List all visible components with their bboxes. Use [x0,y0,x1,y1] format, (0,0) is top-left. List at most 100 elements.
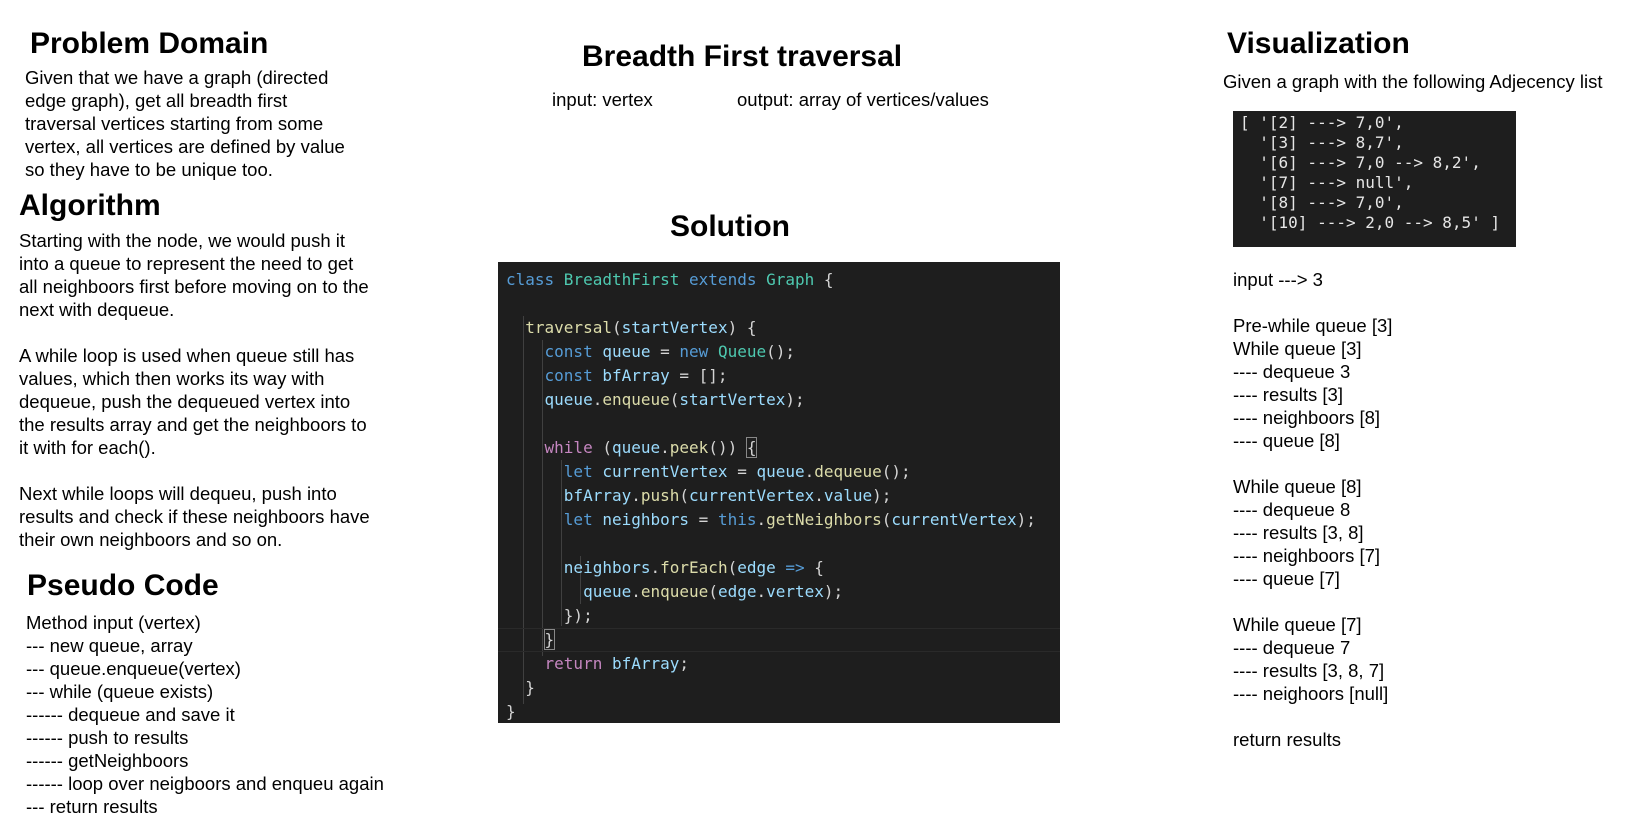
code-token: edge [717,582,757,601]
text-line: into a queue to represent the need to ge… [19,253,354,274]
text-line [19,321,370,344]
text-line: Pre-while queue [3] [1233,315,1393,336]
text-line: Starting with the node, we would push it [19,230,345,251]
algorithm-heading: Algorithm [19,189,161,222]
code-token: queue [583,582,632,601]
code-line: } [498,700,1060,723]
code-token: const [544,366,603,385]
code-token: ); [1016,510,1036,529]
input-label: input: vertex [552,89,653,110]
code-token: = [650,342,680,361]
text-line: edge graph), get all breadth first [25,90,288,111]
code-token: enqueue [640,582,709,601]
code-line: traversal(startVertex) { [498,316,1060,340]
code-token: } [543,629,556,650]
text-line: results and check if these neighboors ha… [19,506,370,527]
code-token: ( [679,486,690,505]
code-token: return [544,654,612,673]
code-token: . [660,438,670,457]
text-line: ---- neighboors [8] [1233,407,1381,428]
code-token: ); [785,390,805,409]
text-line: their own neighboors and so on. [19,529,283,550]
adjacency-line: '[10] ---> 2,0 --> 8,5' ] [1240,213,1501,232]
code-token: peek [669,438,709,457]
code-token: neighbors [563,558,651,577]
code-token: = [727,462,757,481]
text-line: While queue [7] [1233,614,1362,635]
code-token: value [823,486,873,505]
code-token: } [525,678,535,697]
code-token: queue [756,462,805,481]
text-line: ---- results [3, 8] [1233,522,1364,543]
text-line: so they have to be unique too. [25,159,273,180]
text-line: ---- dequeue 8 [1233,499,1351,520]
text-line: ---- results [3] [1233,384,1343,405]
text-line: all neighboors first before moving on to… [19,276,369,297]
text-line: ---- neighoors [null] [1233,683,1389,704]
text-line: While queue [3] [1233,338,1362,359]
code-token: { [823,270,834,289]
code-line: } [498,676,1060,700]
code-token: ); [823,582,844,601]
code-token: currentVertex [689,486,815,505]
adjacency-line: '[8] ---> 7,0', [1240,193,1404,212]
code-line: queue.enqueue(edge.vertex); [498,580,1060,604]
code-line: neighbors.forEach(edge => { [498,556,1060,580]
text-line: Method input (vertex) [26,612,201,633]
code-line: class BreadthFirst extends Graph { [498,268,1060,292]
text-line: A while loop is used when queue still ha… [19,345,355,366]
text-line [1233,452,1392,475]
text-line [1233,291,1392,314]
text-line: ---- queue [7] [1233,568,1340,589]
text-line: --- return results [26,796,158,817]
text-line: Next while loops will dequeu, push into [19,483,337,504]
text-line: While queue [8] [1233,476,1362,497]
adjacency-line: '[7] ---> null', [1240,173,1414,192]
text-line: return results [1233,729,1341,750]
text-line: --- queue.enqueue(vertex) [26,658,241,679]
problem-domain-text: Given that we have a graph (directed edge… [25,66,345,181]
code-token: (); [766,342,796,361]
solution-heading: Solution [670,210,790,243]
text-line: input ---> 3 [1233,269,1323,290]
text-line: ---- neighboors [7] [1233,545,1381,566]
trace-steps: input ---> 3 Pre-while queue [3] While que… [1233,268,1392,751]
code-line: queue.enqueue(startVertex); [498,388,1060,412]
code-token: (); [881,462,911,481]
code-token: . [631,582,641,601]
text-line [1233,590,1392,613]
text-line [19,459,370,482]
code-token: ( [602,438,612,457]
text-line: ---- results [3, 8, 7] [1233,660,1385,681]
code-token: } [506,702,516,721]
text-line [1233,705,1392,728]
text-line: dequeue, push the dequeued vertex into [19,391,351,412]
code-token: ( [611,318,622,337]
code-line: } [498,628,1060,652]
algorithm-text: Starting with the node, we would push it… [19,229,370,551]
code-token: bfArray [602,366,670,385]
visualization-intro: Given a graph with the following Adjecen… [1223,71,1603,92]
text-line: ---- queue [8] [1233,430,1340,451]
pseudo-code-text: Method input (vertex) --- new queue, arra… [26,611,384,818]
code-token: ; [679,654,690,673]
text-line: the results array and get the neighboors… [19,414,367,435]
code-token: currentVertex [891,510,1017,529]
code-token: extends [689,270,767,289]
code-token: . [804,462,815,481]
text-line: ------ push to results [26,727,189,748]
code-line: bfArray.push(currentVertex.value); [498,484,1060,508]
code-token: ( [708,582,718,601]
text-line: it with for each(). [19,437,156,458]
code-line: const bfArray = []; [498,364,1060,388]
code-line: return bfArray; [498,652,1060,676]
code-token: push [640,486,680,505]
